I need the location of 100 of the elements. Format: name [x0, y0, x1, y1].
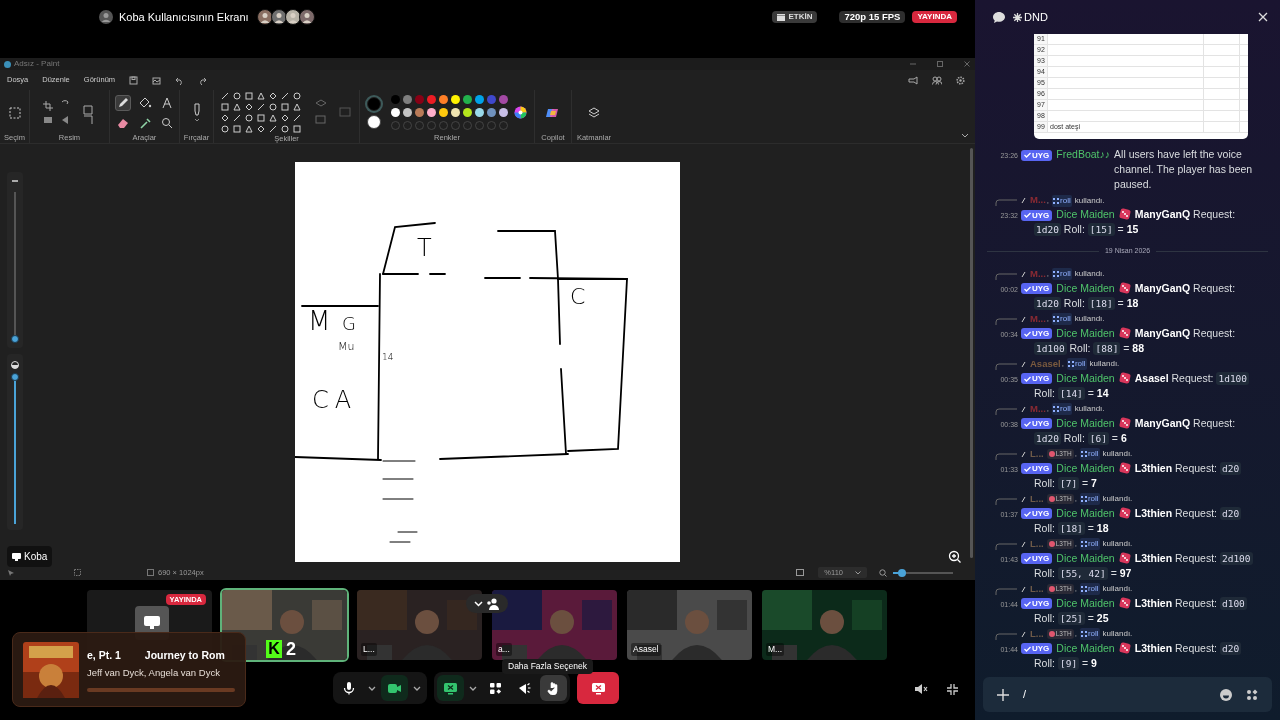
separator-text: , — [1074, 493, 1077, 505]
color-swatch[interactable] — [439, 95, 448, 104]
message-composer[interactable]: / — [983, 677, 1272, 712]
settings-icon[interactable] — [956, 75, 965, 85]
reply-text: kullandı. — [1102, 493, 1133, 505]
end-button[interactable] — [577, 672, 619, 704]
inline-code: [88] — [1093, 341, 1121, 355]
color-swatch[interactable] — [439, 108, 448, 117]
reply-text: kullandı. — [1102, 628, 1133, 640]
collapse-chevron-icon[interactable] — [961, 133, 969, 139]
command-mention[interactable]: roll — [1066, 358, 1087, 370]
video-tile[interactable]: M... — [760, 588, 889, 662]
speaker-muted-icon[interactable] — [914, 683, 928, 695]
color-swatch[interactable] — [403, 95, 412, 104]
empty-swatch-icon[interactable] — [415, 121, 424, 130]
current-color[interactable] — [367, 96, 381, 111]
video-tile[interactable]: Asasel — [625, 588, 754, 662]
pencil-tool[interactable] — [114, 94, 131, 111]
author-name: Dice Maiden — [1056, 641, 1115, 654]
emoji-icon[interactable] — [1220, 688, 1232, 701]
command-mention[interactable]: roll — [1052, 403, 1072, 415]
inline-code: [6] — [1087, 431, 1109, 445]
separator-text: , — [1074, 448, 1077, 460]
color-swatch[interactable] — [487, 95, 496, 104]
color-swatch[interactable] — [391, 95, 400, 104]
maximize-icon[interactable] — [936, 60, 944, 68]
brush-size-slider[interactable] — [11, 192, 19, 342]
command-grid-icon — [1080, 541, 1087, 547]
color-swatch[interactable] — [403, 108, 412, 117]
color-swatch[interactable] — [451, 95, 460, 104]
current-color[interactable] — [367, 114, 381, 129]
slider-thumb[interactable] — [11, 373, 19, 381]
app-badge: UYG — [1021, 373, 1053, 385]
color-swatch[interactable] — [499, 108, 508, 117]
color-swatch[interactable] — [463, 108, 472, 117]
command-mention[interactable]: roll — [1052, 194, 1072, 207]
empty-swatch-icon[interactable] — [463, 121, 472, 130]
command-grid-icon — [1053, 406, 1060, 412]
more-button[interactable] — [540, 675, 567, 701]
color-swatch[interactable] — [391, 108, 400, 117]
reply-text: kullandı. — [1074, 403, 1105, 415]
empty-swatch-icon[interactable] — [487, 121, 496, 130]
logo-badge: K — [266, 640, 282, 658]
color-swatch[interactable] — [415, 108, 424, 117]
zoom-in-icon[interactable] — [948, 550, 962, 564]
people-icon[interactable] — [932, 75, 942, 85]
command-mention[interactable]: roll — [1079, 493, 1100, 505]
screen-button[interactable] — [437, 675, 464, 701]
command-grid-icon — [1080, 496, 1087, 502]
command-mention[interactable]: roll — [1052, 313, 1072, 325]
empty-swatch-icon[interactable] — [391, 121, 400, 130]
color-swatch[interactable] — [487, 108, 496, 117]
color-swatch[interactable] — [451, 108, 460, 117]
color-swatch[interactable] — [427, 95, 436, 104]
author-name: Dice Maiden — [1056, 326, 1115, 339]
gallery-icon[interactable] — [152, 75, 162, 85]
empty-swatch-icon[interactable] — [403, 121, 412, 130]
redo-icon[interactable] — [198, 75, 208, 85]
color-swatch[interactable] — [475, 108, 484, 117]
drawing-canvas[interactable]: T C M G Mu 14 CA — [295, 162, 680, 562]
color-swatch[interactable] — [427, 108, 436, 117]
command-mention[interactable]: roll — [1079, 583, 1100, 595]
video-tile[interactable]: L... — [355, 588, 484, 662]
color-swatch[interactable] — [475, 95, 484, 104]
slider-thumb[interactable] — [11, 335, 19, 343]
empty-swatch-icon[interactable] — [475, 121, 484, 130]
empty-swatch-icon[interactable] — [499, 121, 508, 130]
brush-icon[interactable] — [191, 102, 202, 123]
slash-command-icon — [1020, 495, 1027, 503]
scrollbar[interactable] — [970, 148, 973, 558]
select-icon[interactable] — [8, 106, 21, 119]
command-mention[interactable]: roll — [1079, 628, 1100, 640]
color-swatch[interactable] — [415, 95, 424, 104]
empty-swatch-icon[interactable] — [427, 121, 436, 130]
empty-swatch-icon[interactable] — [451, 121, 460, 130]
layers-icon[interactable] — [588, 106, 600, 119]
message-text: = — [1111, 430, 1118, 446]
color-swatch[interactable] — [463, 95, 472, 104]
undo-icon[interactable] — [175, 75, 185, 85]
color-wheel-icon[interactable] — [514, 106, 527, 119]
minimize-stream-icon[interactable] — [946, 683, 959, 696]
opacity-slider[interactable] — [11, 374, 19, 524]
apps-icon[interactable] — [1246, 688, 1258, 701]
plus-icon[interactable] — [997, 688, 1009, 701]
color-swatch[interactable] — [499, 95, 508, 104]
message-input[interactable]: / — [1023, 686, 1206, 703]
zoom-slider[interactable] — [893, 568, 953, 577]
empty-swatch-icon[interactable] — [439, 121, 448, 130]
bold-text: L3thien — [1134, 641, 1173, 654]
camera-button[interactable] — [381, 675, 408, 701]
share-icon[interactable] — [908, 75, 918, 85]
command-mention[interactable]: roll — [1079, 538, 1100, 550]
video-tile[interactable]: a... — [490, 588, 619, 662]
command-mention[interactable]: roll — [1052, 268, 1072, 280]
zoom-out-icon[interactable] — [879, 568, 887, 577]
command-mention[interactable]: roll — [1079, 448, 1100, 460]
slider-thumb[interactable] — [898, 568, 906, 577]
save-icon[interactable] — [129, 75, 139, 85]
participants-toggle[interactable] — [466, 594, 508, 613]
fit-icon[interactable] — [796, 569, 805, 576]
